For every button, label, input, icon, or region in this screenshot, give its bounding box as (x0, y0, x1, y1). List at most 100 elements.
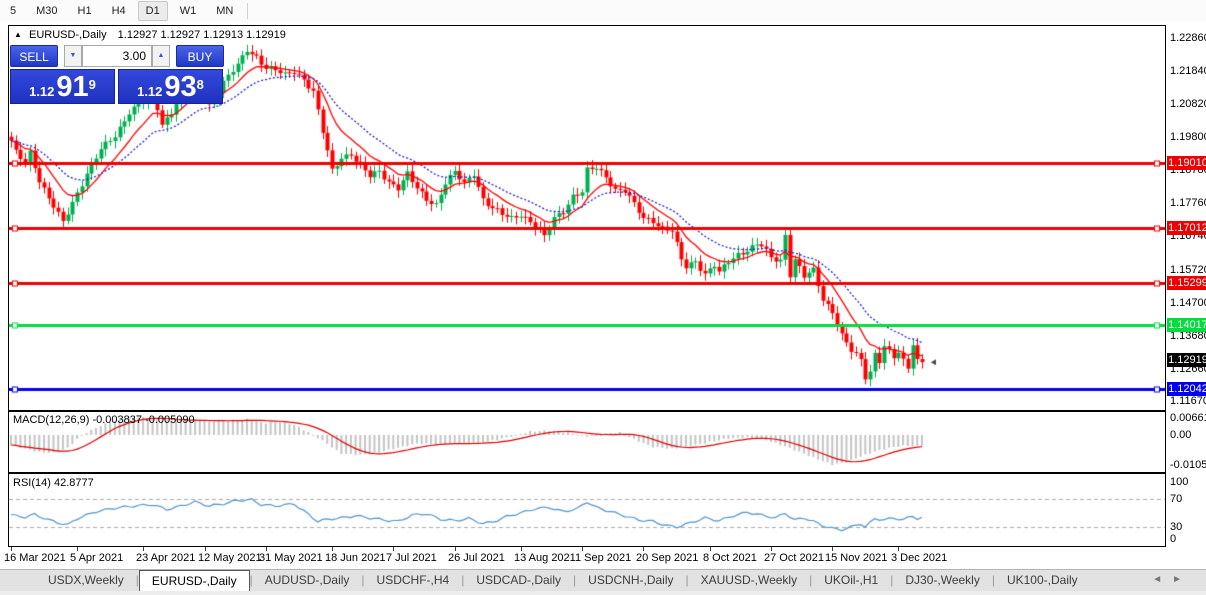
date-tick (582, 547, 583, 551)
price-tick-label: 1.22860 (1170, 32, 1206, 44)
date-tick (332, 547, 333, 551)
chart-tab-usdchf-h4[interactable]: USDCHF-,H4 (365, 570, 462, 591)
timeframe-button-w1[interactable]: W1 (172, 1, 205, 21)
buy-price-small: 1.12 (137, 84, 163, 99)
hline-price-label: 1.14017 (1167, 318, 1206, 332)
date-tick (77, 547, 78, 551)
date-tick (393, 547, 394, 551)
macd-tick-label: 0.006611 (1170, 412, 1206, 424)
chart-tab-xauusd-weekly[interactable]: XAUUSD-,Weekly (689, 570, 809, 591)
sell-price-big: 91 (56, 71, 89, 103)
date-tick (11, 547, 12, 551)
date-tick (832, 547, 833, 551)
hline-price-label: 1.17012 (1167, 221, 1206, 235)
date-tick (143, 547, 144, 551)
macd-tick-label: 0.00 (1170, 429, 1192, 441)
chart-tab-dj30-weekly[interactable]: DJ30-,Weekly (893, 570, 991, 591)
date-label: 8 Oct 2021 (703, 552, 757, 564)
chart-tab-eurusd-daily[interactable]: EURUSD-,Daily (138, 570, 250, 591)
date-label: 5 Apr 2021 (70, 552, 124, 564)
one-click-trading-panel: SELL ▼ ▲ BUY 1.12 91 9 1.12 93 8 (10, 45, 224, 104)
buy-button[interactable]: BUY (176, 45, 224, 67)
price-tick-label: 1.11670 (1170, 395, 1206, 407)
chart-tab-usdx-weekly[interactable]: USDX,Weekly (36, 570, 136, 591)
date-label: 26 Jul 2021 (448, 552, 505, 564)
toolbar-separator (247, 3, 249, 19)
date-label: 7 Jul 2021 (386, 552, 437, 564)
rsi-tick-label: 30 (1170, 521, 1183, 533)
timeframe-button-h4[interactable]: H4 (104, 1, 134, 21)
date-label: 27 Oct 2021 (764, 552, 824, 564)
timeframe-button-m30[interactable]: M30 (28, 1, 65, 21)
date-tick (455, 547, 456, 551)
chart-title: ▲ EURUSD-,Daily 1.12927 1.12927 1.12913 … (14, 29, 286, 41)
tab-scroll-right-icon[interactable]: ► (1172, 574, 1192, 585)
date-label: 16 Mar 2021 (4, 552, 66, 564)
timeframe-button-5[interactable]: 5 (2, 1, 24, 21)
volume-increase-button[interactable]: ▲ (152, 45, 170, 67)
date-tick (266, 547, 267, 551)
date-label: 23 Apr 2021 (136, 552, 196, 564)
sell-price-small: 1.12 (29, 84, 55, 99)
date-label: 18 Jun 2021 (325, 552, 386, 564)
date-tick (771, 547, 772, 551)
price-tick-label: 1.15720 (1170, 264, 1206, 276)
price-tick-label: 1.17760 (1170, 197, 1206, 209)
rsi-canvas[interactable] (9, 474, 1165, 546)
chart-ohlc-values: 1.12927 1.12927 1.12913 1.12919 (117, 29, 286, 41)
price-tick-label: 1.19800 (1170, 131, 1206, 143)
chart-tab-uk100-daily[interactable]: UK100-,Daily (995, 570, 1090, 591)
volume-decrease-button[interactable]: ▼ (64, 45, 82, 67)
date-tick (710, 547, 711, 551)
chart-tab-bar: USDX,Weekly | EURUSD-,Daily | AUDUSD-,Daily |… (0, 569, 1206, 591)
timeframe-button-d1[interactable]: D1 (137, 1, 168, 21)
current-price-label: 1.12919 (1167, 353, 1206, 367)
price-tick-label: 1.20820 (1170, 98, 1206, 110)
spinner-down-icon: ▼ (69, 52, 77, 59)
date-axis: 16 Mar 2021 5 Apr 2021 23 Apr 2021 12 May 2… (0, 547, 1206, 567)
mt4-window: 5 M30 H1 H4 D1 W1 MN ▲ EURUSD-,Daily 1.12927 1… (0, 0, 1206, 595)
hline-price-label: 1.15299 (1167, 276, 1206, 290)
date-label: 12 May 2021 (198, 552, 262, 564)
collapse-triangle-icon[interactable]: ▲ (14, 30, 22, 39)
chart-tab-usdcnh-daily[interactable]: USDCNH-,Daily (576, 570, 685, 591)
chart-tab-ukoil-h1[interactable]: UKOil-,H1 (812, 570, 890, 591)
price-tick-label: 1.21840 (1170, 65, 1206, 77)
date-tick (898, 547, 899, 551)
tab-scroll-left-icon[interactable]: ◄ (1152, 574, 1172, 585)
date-tick (521, 547, 522, 551)
rsi-tick-label: 0 (1170, 533, 1177, 545)
timeframe-toolbar: 5 M30 H1 H4 D1 W1 MN (0, 0, 1206, 22)
timeframe-button-h1[interactable]: H1 (70, 1, 100, 21)
hline-price-label: 1.12042 (1167, 382, 1206, 396)
status-strip (0, 591, 1206, 595)
date-label: 1 Sep 2021 (575, 552, 632, 564)
volume-input[interactable] (82, 45, 152, 67)
date-tick (643, 547, 644, 551)
date-label: 20 Sep 2021 (636, 552, 699, 564)
rsi-tick-label: 100 (1170, 476, 1189, 488)
spinner-up-icon: ▲ (157, 52, 165, 59)
date-label: 3 Dec 2021 (891, 552, 948, 564)
price-tick-label: 1.14700 (1170, 297, 1206, 309)
sell-button[interactable]: SELL (10, 45, 58, 67)
buy-price-big: 93 (164, 71, 197, 103)
date-label: 13 Aug 2021 (514, 552, 576, 564)
timeframe-button-mn[interactable]: MN (208, 1, 241, 21)
chart-symbol-period: EURUSD-,Daily (28, 29, 107, 41)
macd-label: MACD(12,26,9) -0.003837 -0.005090 (13, 414, 195, 426)
date-label: 15 Nov 2021 (825, 552, 888, 564)
hline-price-label: 1.19010 (1167, 156, 1206, 170)
macd-tick-label: -0.010599 (1170, 459, 1206, 471)
date-label: 31 May 2021 (259, 552, 323, 564)
sell-price-sup: 9 (88, 77, 96, 92)
rsi-label: RSI(14) 42.8777 (13, 477, 94, 489)
chart-tab-audusd-daily[interactable]: AUDUSD-,Daily (253, 570, 362, 591)
rsi-tick-label: 70 (1170, 493, 1183, 505)
buy-price-sup: 8 (196, 77, 204, 92)
date-tick (205, 547, 206, 551)
sell-price-box[interactable]: 1.12 91 9 (10, 69, 115, 104)
buy-price-box[interactable]: 1.12 93 8 (118, 69, 223, 104)
chart-tab-usdcad-daily[interactable]: USDCAD-,Daily (464, 570, 573, 591)
rsi-indicator-panel (8, 473, 1166, 547)
